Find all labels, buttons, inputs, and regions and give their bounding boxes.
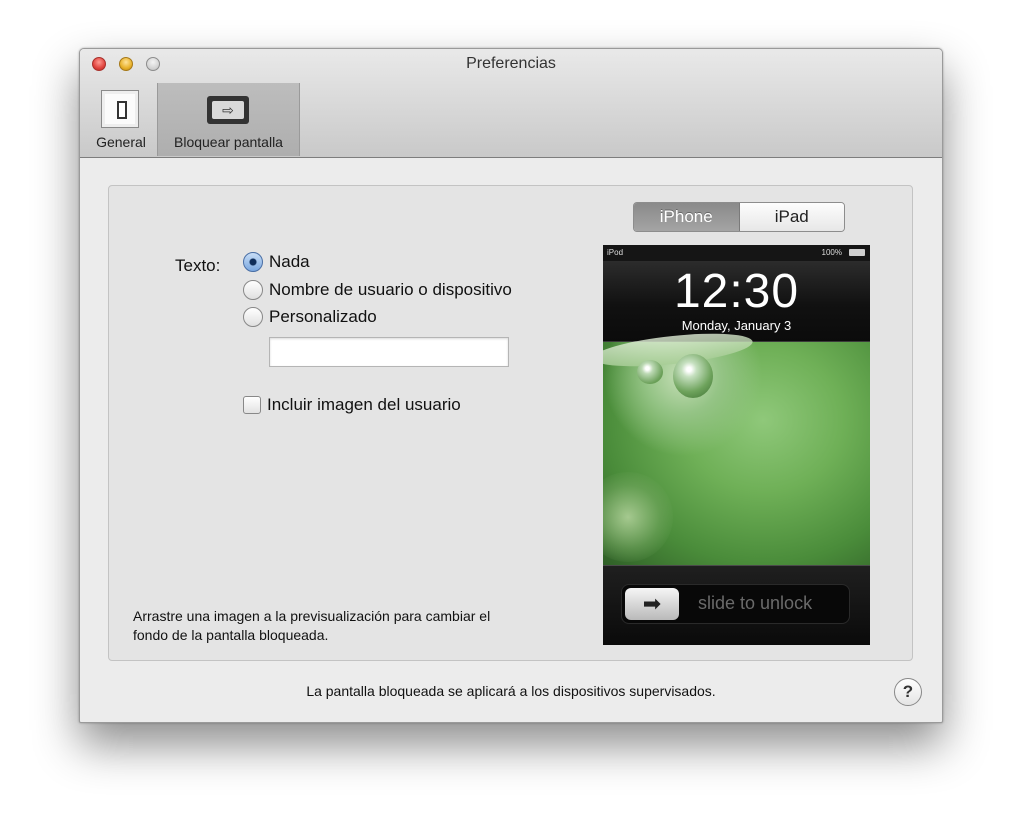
- radio-label-username: Nombre de usuario o dispositivo: [269, 280, 512, 299]
- slide-to-unlock-text: slide to unlock: [698, 593, 813, 613]
- toolbar-label-general: General: [96, 134, 146, 150]
- segment-iphone[interactable]: iPhone: [634, 203, 740, 231]
- include-image-option[interactable]: Incluir imagen del usuario: [243, 395, 461, 415]
- supervised-devices-note: La pantalla bloqueada se aplicará a los …: [306, 683, 716, 699]
- carrier-label: iPod: [607, 248, 624, 257]
- status-bar: iPod 100%: [603, 245, 870, 261]
- wallpaper-image: [603, 327, 870, 565]
- lock-screen-icon: ⇨: [207, 96, 249, 124]
- title-bar: Preferencias General ⇨ Bloquear pantalla: [80, 49, 942, 158]
- device-segmented-control: iPhone iPad: [633, 202, 845, 232]
- radio-button-username[interactable]: [243, 280, 263, 300]
- switch-icon: [101, 90, 139, 128]
- segment-ipad[interactable]: iPad: [739, 203, 844, 231]
- radio-option-username[interactable]: Nombre de usuario o dispositivo: [243, 280, 512, 300]
- preferences-window: Preferencias General ⇨ Bloquear pantalla…: [79, 48, 943, 723]
- toolbar-item-lock-screen[interactable]: ⇨ Bloquear pantalla: [157, 83, 300, 156]
- window-title: Preferencias: [466, 55, 556, 72]
- lock-screen-preview[interactable]: iPod 100% 12:30 Monday, January 3 ➡ slid…: [603, 245, 870, 645]
- settings-panel: Texto: Nada Nombre de usuario o disposit…: [108, 185, 913, 661]
- custom-text-field[interactable]: [269, 337, 509, 367]
- toolbar-label-lock-screen: Bloquear pantalla: [174, 134, 283, 150]
- radio-label-custom: Personalizado: [269, 307, 377, 326]
- radio-button-none[interactable]: [243, 252, 263, 272]
- battery-icon: [849, 249, 865, 256]
- drag-hint-text: Arrastre una imagen a la previsualizació…: [133, 608, 491, 643]
- radio-option-none[interactable]: Nada: [243, 252, 310, 272]
- help-button[interactable]: ?: [894, 678, 922, 706]
- unlock-slider: ➡ slide to unlock: [621, 584, 850, 624]
- radio-label-none: Nada: [269, 252, 310, 271]
- battery-percent: 100%: [821, 248, 842, 257]
- lock-date: Monday, January 3: [681, 318, 792, 333]
- text-label: Texto:: [175, 256, 221, 275]
- radio-button-custom[interactable]: [243, 307, 263, 327]
- lock-clock: 12:30: [673, 265, 800, 318]
- arrow-right-icon: ➡: [625, 588, 679, 620]
- unlock-band: ➡ slide to unlock: [603, 565, 870, 645]
- include-image-label: Incluir imagen del usuario: [267, 395, 461, 414]
- include-image-checkbox[interactable]: [243, 396, 261, 414]
- radio-option-custom[interactable]: Personalizado: [243, 307, 377, 327]
- toolbar-item-general[interactable]: General: [90, 83, 152, 156]
